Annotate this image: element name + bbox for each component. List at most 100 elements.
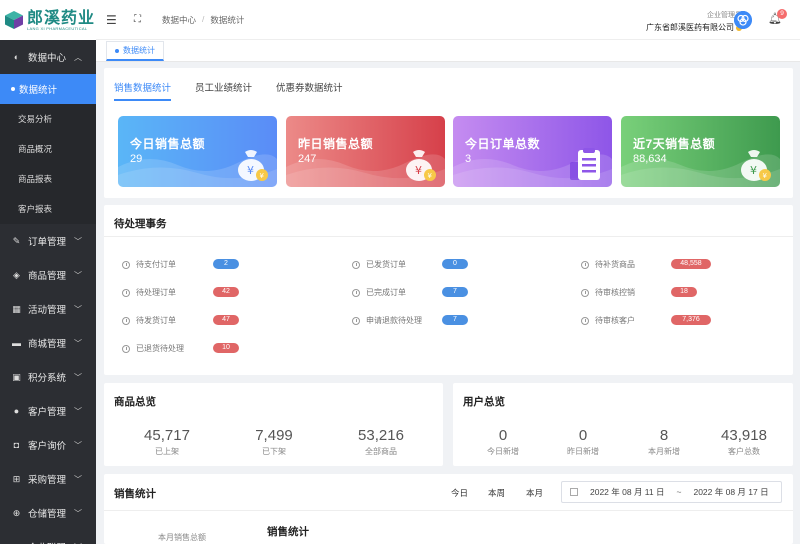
sidebar-group-data-center[interactable]: ◐ 数据中心 ︿ (0, 40, 96, 74)
chevron-up-icon: ︿ (74, 52, 82, 62)
sidebar-item-data-stats[interactable]: 数据统计 (0, 74, 96, 104)
todo-count-badge: 7 (442, 287, 468, 297)
range-week-button[interactable]: 本周 (488, 487, 505, 499)
divider (104, 236, 793, 237)
todo-title: 待处理事务 (114, 218, 167, 230)
todo-item[interactable]: 待审核控销 (581, 287, 635, 298)
money-bag-icon: ¥ ¥ (406, 150, 436, 181)
top-header: ☰ ⛶ 数据中心 / 数据统计 企业管理员 广东省郎溪医药有限公司 🔔︎ 9 (96, 0, 800, 40)
range-today-button[interactable]: 今日 (451, 487, 468, 499)
logo-cube-icon (5, 11, 23, 29)
overview-stat: 45,717 已上架 (127, 427, 207, 457)
stat-label: 全部商品 (365, 447, 397, 456)
warehouse-icon: ⊕ (12, 507, 21, 518)
sidebar-item-label: 商品报表 (18, 174, 53, 184)
shop-icon: ▬ (12, 338, 21, 348)
logo-name: 郎溪药业 (27, 8, 96, 27)
avatar[interactable] (734, 11, 752, 29)
sidebar-item-goods-overview[interactable]: 商品概况 (0, 134, 96, 164)
sidebar-group-alliance[interactable]: ⊗企业联盟﹀ (0, 530, 96, 544)
tab-staff-performance[interactable]: 员工业绩统计 (195, 80, 252, 101)
clock-icon (581, 316, 589, 325)
clock-icon (581, 260, 589, 269)
divider (104, 510, 793, 511)
sidebar-group-order[interactable]: ✎ 订单管理 ﹀ (0, 224, 96, 258)
sidebar-group-warehouse[interactable]: ⊕ 仓储管理 ﹀ (0, 496, 96, 530)
clock-icon (581, 288, 589, 297)
sidebar-group-shop[interactable]: ▬ 商城管理 ﹀ (0, 326, 96, 360)
sidebar-group-chat[interactable]: ◘ 客户询价 ﹀ (0, 428, 96, 462)
sidebar-item-label: 商品概况 (18, 144, 53, 154)
todo-item[interactable]: 待支付订单 (122, 259, 176, 270)
date-range-picker[interactable]: 2022 年 08 月 11 日 ~ 2022 年 08 月 17 日 (561, 481, 782, 503)
sidebar-item-label: 交易分析 (18, 114, 53, 124)
clock-icon (122, 344, 130, 353)
card-title: 近7天销售总额 (633, 137, 716, 151)
stat-value: 43,918 (721, 427, 767, 444)
todo-label: 待支付订单 (136, 260, 176, 269)
clock-icon (352, 288, 360, 297)
users-title: 用户总览 (463, 396, 505, 408)
todo-item[interactable]: 待处理订单 (122, 287, 176, 298)
stat-value: 7,499 (255, 427, 293, 444)
tag-dot-icon (115, 48, 119, 53)
sidebar-group-cart[interactable]: ⊞ 采购管理 ﹀ (0, 462, 96, 496)
date-start[interactable]: 2022 年 08 月 11 日 (590, 486, 665, 498)
sales-chart-title: 销售统计 (267, 526, 309, 538)
user-info[interactable]: 企业管理员 广东省郎溪医药有限公司 (646, 10, 742, 33)
stat-value: 8 (659, 427, 669, 444)
chat-icon: ◘ (13, 440, 20, 450)
fullscreen-icon[interactable]: ⛶ (134, 14, 146, 25)
todo-count-badge: 7,376 (671, 315, 711, 325)
sidebar-group-label: 企业联盟 (28, 540, 66, 544)
tag-data-stats[interactable]: 数据统计 (106, 41, 164, 61)
sidebar-group-gift[interactable]: ▣ 积分系统 ﹀ (0, 360, 96, 394)
todo-item[interactable]: 申请退款待处理 (352, 315, 422, 326)
chevron-down-icon: ﹀ (74, 406, 82, 416)
sidebar-item-trade-analysis[interactable]: 交易分析 (0, 104, 96, 134)
tab-sales-stats[interactable]: 销售数据统计 (114, 80, 172, 101)
stat-value: 0 (578, 427, 588, 444)
sidebar-group-calendar[interactable]: ▦ 活动管理 ﹀ (0, 292, 96, 326)
stat-card: 今日订单总数 3 (453, 116, 612, 187)
stat-label: 已上架 (155, 447, 179, 456)
chevron-down-icon: ﹀ (74, 372, 82, 382)
todo-label: 已发货订单 (366, 260, 406, 269)
sidebar-group-user[interactable]: ● 客户管理 ﹀ (0, 394, 96, 428)
stat-label: 客户总数 (728, 447, 760, 456)
sidebar-item-customer-report[interactable]: 客户报表 (0, 194, 96, 224)
sidebar-group-label: 积分系统 (28, 373, 67, 384)
date-end[interactable]: 2022 年 08 月 17 日 (693, 486, 768, 498)
sidebar: 郎溪药业 LANG XI PHARMACEUTICAL ◐ 数据中心 ︿ 数据统… (0, 0, 96, 544)
layers-icon: ◈ (13, 269, 20, 280)
sidebar-group-label: 活动管理 (28, 305, 67, 316)
sidebar-group-layers[interactable]: ◈ 商品管理 ﹀ (0, 258, 96, 292)
stat-card: 昨日销售总额 247 ¥ ¥ (286, 116, 445, 187)
sidebar-item-goods-report[interactable]: 商品报表 (0, 164, 96, 194)
todo-count-badge: 10 (213, 343, 239, 353)
tab-coupon-stats[interactable]: 优惠券数据统计 (276, 80, 343, 101)
todo-count-badge: 48,558 (671, 259, 711, 269)
stat-label: 已下架 (262, 447, 286, 456)
todo-item[interactable]: 待发货订单 (122, 315, 176, 326)
todo-item[interactable]: 待补货商品 (581, 259, 635, 270)
cart-icon: ⊞ (12, 473, 21, 484)
sidebar-group-label: 客户询价 (28, 441, 67, 452)
money-bag-icon: ¥ ¥ (238, 150, 268, 181)
todo-label: 待处理订单 (136, 288, 176, 297)
svg-text:¥: ¥ (428, 172, 433, 180)
clock-icon (352, 260, 360, 269)
user-role: 企业管理员 (707, 12, 742, 19)
todo-item[interactable]: 已退货待处理 (122, 343, 184, 354)
company-name: 广东省郎溪医药有限公司 (646, 22, 742, 33)
todo-item[interactable]: 待审核客户 (581, 315, 635, 326)
breadcrumb-item[interactable]: 数据中心 (162, 14, 196, 26)
todo-count-badge: 7 (442, 315, 468, 325)
hamburger-icon[interactable]: ☰ (106, 13, 120, 27)
todo-item[interactable]: 已完成订单 (352, 287, 406, 298)
calendar-icon: ▦ (12, 303, 21, 314)
chevron-down-icon: ﹀ (74, 474, 82, 484)
range-month-button[interactable]: 本月 (526, 487, 543, 499)
logo: 郎溪药业 LANG XI PHARMACEUTICAL (0, 0, 96, 40)
todo-item[interactable]: 已发货订单 (352, 259, 406, 270)
